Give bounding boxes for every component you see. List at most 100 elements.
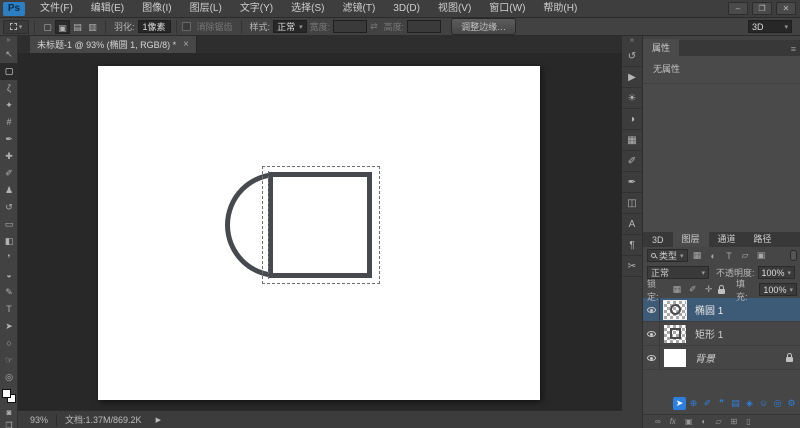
clone-stamp-tool[interactable]: ♟: [0, 182, 18, 199]
tab-3d[interactable]: 3D: [643, 233, 673, 247]
swatches-panel-icon[interactable]: ▦: [622, 130, 642, 151]
panel-menu-icon[interactable]: ≡: [791, 44, 796, 54]
style-dropdown[interactable]: 正常 ▾: [273, 20, 307, 33]
pen-tool[interactable]: ✎: [0, 284, 18, 301]
crop-tool[interactable]: #: [0, 114, 18, 131]
zoom-level-field[interactable]: 93%: [30, 415, 48, 425]
clothes-icon[interactable]: ◈: [743, 397, 756, 410]
close-button[interactable]: ✕: [776, 2, 796, 15]
lock-pixels-icon[interactable]: ✐: [686, 284, 699, 295]
dodge-tool[interactable]: ◒: [0, 267, 18, 284]
history-panel-icon[interactable]: ↺: [622, 46, 642, 67]
card-icon[interactable]: ▤: [729, 397, 742, 410]
smart-object-filter-icon[interactable]: ▣: [755, 250, 768, 261]
layer-thumbnail[interactable]: [660, 300, 690, 319]
adjustment-filter-icon[interactable]: ◐: [707, 251, 720, 261]
opacity-field[interactable]: 100% ▾: [757, 266, 796, 279]
blur-tool[interactable]: ❜: [0, 250, 18, 267]
tool-preset-picker[interactable]: ▾: [3, 19, 29, 34]
eyedropper-tool[interactable]: ✒: [0, 131, 18, 148]
tab-channels[interactable]: 通道: [709, 230, 745, 247]
feather-input[interactable]: 1像素: [137, 20, 171, 33]
lock-position-icon[interactable]: ✛: [702, 284, 715, 295]
layer-style-icon[interactable]: fx: [670, 417, 676, 426]
adjustment-layer-icon[interactable]: ◐: [702, 417, 707, 426]
quick-mask-button[interactable]: ◙: [0, 406, 18, 419]
menu-3d[interactable]: 3D(D): [384, 0, 429, 18]
brush-presets-panel-icon[interactable]: ✒: [622, 172, 642, 193]
healing-brush-tool[interactable]: ✚: [0, 148, 18, 165]
person-icon[interactable]: ☺: [757, 397, 770, 410]
layer-thumbnail[interactable]: [660, 324, 690, 343]
clone-source-panel-icon[interactable]: ◫: [622, 193, 642, 214]
fill-field[interactable]: 100% ▾: [759, 283, 797, 296]
visibility-toggle[interactable]: [643, 321, 660, 346]
menu-filter[interactable]: 滤镜(T): [334, 0, 385, 18]
delete-layer-icon[interactable]: ▯: [746, 417, 750, 426]
height-input[interactable]: [407, 20, 442, 33]
quote-icon[interactable]: ❞: [715, 397, 728, 410]
hand-tool[interactable]: ☞: [0, 352, 18, 369]
minimize-button[interactable]: –: [728, 2, 748, 15]
move-tool[interactable]: ↖: [0, 46, 18, 63]
foreground-color-swatch[interactable]: [2, 389, 11, 398]
pen-icon[interactable]: ✐: [701, 397, 714, 410]
screen-mode-button[interactable]: ❐: [0, 419, 18, 428]
lock-transparency-icon[interactable]: ▦: [670, 284, 683, 295]
filter-toggle-switch[interactable]: [790, 250, 797, 261]
search-icon[interactable]: ◎: [771, 397, 784, 410]
new-selection-button[interactable]: ▢: [40, 20, 55, 34]
restore-button[interactable]: ❐: [752, 2, 772, 15]
visibility-toggle[interactable]: [643, 345, 660, 370]
history-brush-tool[interactable]: ↺: [0, 199, 18, 216]
layer-row-rectangle[interactable]: 矩形 1: [643, 321, 800, 346]
shape-tool[interactable]: ○: [0, 335, 18, 352]
lock-all-icon[interactable]: [718, 284, 726, 294]
settings-gear-icon[interactable]: ⚙: [785, 397, 798, 410]
tab-properties[interactable]: 属性: [643, 39, 680, 56]
anti-alias-checkbox[interactable]: [181, 22, 191, 31]
menu-select[interactable]: 选择(S): [282, 0, 333, 18]
menu-window[interactable]: 窗口(W): [480, 0, 534, 18]
menu-file[interactable]: 文件(F): [31, 0, 82, 18]
menu-view[interactable]: 视图(V): [429, 0, 480, 18]
subtract-selection-button[interactable]: ▤: [70, 20, 85, 34]
menu-help[interactable]: 帮助(H): [534, 0, 586, 18]
document-tab[interactable]: 未标题-1 @ 93% (椭圆 1, RGB/8) * ×: [30, 36, 198, 53]
layer-name[interactable]: 椭圆 1: [690, 302, 800, 317]
path-selection-tool[interactable]: ➤: [0, 318, 18, 335]
gradient-tool[interactable]: ◧: [0, 233, 18, 250]
pixel-filter-icon[interactable]: ▦: [691, 250, 704, 261]
paragraph-panel-icon[interactable]: ¶: [622, 235, 642, 256]
close-tab-icon[interactable]: ×: [183, 39, 189, 50]
layer-thumbnail[interactable]: [660, 348, 690, 367]
eraser-tool[interactable]: ▭: [0, 216, 18, 233]
menu-type[interactable]: 文字(Y): [231, 0, 282, 18]
character-panel-icon[interactable]: A: [622, 214, 642, 235]
shape-filter-icon[interactable]: ▱: [739, 250, 752, 261]
styles-panel-icon[interactable]: ◑: [622, 109, 642, 130]
layer-name[interactable]: 背景: [690, 350, 786, 365]
cursor-icon[interactable]: ➤: [673, 397, 686, 410]
menu-layer[interactable]: 图层(L): [181, 0, 231, 18]
refine-edge-button[interactable]: 调整边缘…: [451, 18, 517, 35]
add-selection-button[interactable]: ▣: [55, 19, 70, 34]
workspace-dropdown[interactable]: 3D ▾: [748, 20, 792, 33]
layer-row-background[interactable]: 背景: [643, 345, 800, 370]
collapse-toolbar-icon[interactable]: »: [0, 36, 17, 46]
slices-panel-icon[interactable]: ✂: [622, 256, 642, 277]
link-layers-icon[interactable]: ∞: [655, 417, 661, 426]
lasso-tool[interactable]: ζ: [0, 80, 18, 97]
adjustments-panel-icon[interactable]: ☀: [622, 88, 642, 109]
actions-panel-icon[interactable]: ▶: [622, 67, 642, 88]
type-tool[interactable]: T: [0, 301, 18, 318]
intersect-selection-button[interactable]: ▥: [85, 20, 100, 34]
new-group-icon[interactable]: ▱: [715, 417, 721, 426]
collapse-dock-icon[interactable]: »: [622, 36, 642, 46]
brush-panel-icon[interactable]: ✐: [622, 151, 642, 172]
width-input[interactable]: [333, 20, 368, 33]
new-layer-icon[interactable]: ⊞: [731, 417, 738, 426]
translate-icon[interactable]: ⊕: [687, 397, 700, 410]
magic-wand-tool[interactable]: ✦: [0, 97, 18, 114]
status-expand-icon[interactable]: ▶: [156, 416, 161, 424]
